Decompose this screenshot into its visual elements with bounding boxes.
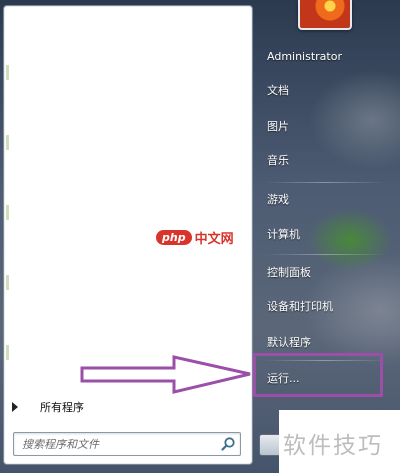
games-link[interactable]: 游戏 bbox=[258, 183, 397, 215]
menu-separator bbox=[264, 254, 386, 255]
pinned-programs-area bbox=[6, 10, 9, 370]
search-button[interactable] bbox=[220, 436, 236, 452]
control-panel-link[interactable]: 控制面板 bbox=[258, 256, 397, 288]
php-site-text: 中文网 bbox=[194, 232, 234, 247]
corner-watermark: 软件技巧 bbox=[279, 410, 400, 473]
devices-printers-link[interactable]: 设备和打印机 bbox=[258, 290, 397, 322]
user-name-link[interactable]: Administrator bbox=[258, 40, 397, 72]
php-watermark: php 中文网 bbox=[156, 228, 234, 247]
games-label: 游戏 bbox=[267, 193, 289, 206]
documents-label: 文档 bbox=[267, 84, 289, 97]
music-label: 音乐 bbox=[267, 154, 289, 167]
triangle-right-icon bbox=[12, 402, 18, 412]
all-programs-label: 所有程序 bbox=[40, 401, 84, 414]
corner-watermark-text: 软件技巧 bbox=[283, 433, 383, 459]
search-input[interactable] bbox=[20, 433, 214, 455]
user-name-label: Administrator bbox=[267, 49, 342, 63]
documents-link[interactable]: 文档 bbox=[258, 74, 397, 106]
run-highlight-box bbox=[253, 353, 383, 397]
devices-printers-label: 设备和打印机 bbox=[267, 300, 333, 313]
search-box[interactable] bbox=[13, 432, 241, 456]
music-link[interactable]: 音乐 bbox=[258, 144, 397, 176]
magnifier-icon bbox=[221, 437, 235, 451]
computer-link[interactable]: 计算机 bbox=[258, 218, 397, 250]
all-programs-button[interactable]: 所有程序 bbox=[8, 394, 244, 420]
pictures-link[interactable]: 图片 bbox=[258, 110, 397, 142]
php-badge: php bbox=[156, 230, 192, 245]
computer-label: 计算机 bbox=[267, 228, 300, 241]
control-panel-label: 控制面板 bbox=[267, 266, 311, 279]
pictures-label: 图片 bbox=[267, 120, 289, 133]
default-programs-label: 默认程序 bbox=[267, 336, 311, 349]
pointer-arrow-icon bbox=[80, 355, 251, 394]
user-avatar[interactable] bbox=[298, 0, 352, 30]
